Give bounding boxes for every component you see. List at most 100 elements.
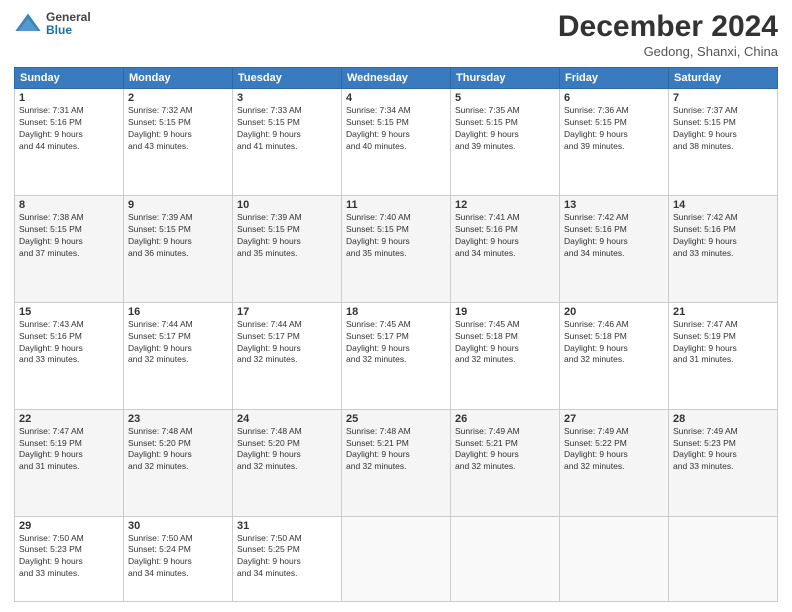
page-container: General Blue December 2024 Gedong, Shanx…: [0, 0, 792, 612]
table-row: 21Sunrise: 7:47 AMSunset: 5:19 PMDayligh…: [669, 302, 778, 409]
day-info: Sunrise: 7:33 AMSunset: 5:15 PMDaylight:…: [237, 105, 337, 153]
day-number: 8: [19, 199, 119, 211]
day-number: 17: [237, 306, 337, 318]
day-number: 25: [346, 413, 446, 425]
day-number: 16: [128, 306, 228, 318]
table-row: 4Sunrise: 7:34 AMSunset: 5:15 PMDaylight…: [342, 89, 451, 196]
table-row: 28Sunrise: 7:49 AMSunset: 5:23 PMDayligh…: [669, 409, 778, 516]
table-row: 19Sunrise: 7:45 AMSunset: 5:18 PMDayligh…: [451, 302, 560, 409]
day-info: Sunrise: 7:36 AMSunset: 5:15 PMDaylight:…: [564, 105, 664, 153]
table-row: 7Sunrise: 7:37 AMSunset: 5:15 PMDaylight…: [669, 89, 778, 196]
day-info: Sunrise: 7:37 AMSunset: 5:15 PMDaylight:…: [673, 105, 773, 153]
day-info: Sunrise: 7:47 AMSunset: 5:19 PMDaylight:…: [19, 426, 119, 474]
table-row: 2Sunrise: 7:32 AMSunset: 5:15 PMDaylight…: [124, 89, 233, 196]
table-row: 22Sunrise: 7:47 AMSunset: 5:19 PMDayligh…: [15, 409, 124, 516]
table-row: 3Sunrise: 7:33 AMSunset: 5:15 PMDaylight…: [233, 89, 342, 196]
day-info: Sunrise: 7:48 AMSunset: 5:21 PMDaylight:…: [346, 426, 446, 474]
day-info: Sunrise: 7:50 AMSunset: 5:23 PMDaylight:…: [19, 533, 119, 581]
table-row: 15Sunrise: 7:43 AMSunset: 5:16 PMDayligh…: [15, 302, 124, 409]
table-row: 17Sunrise: 7:44 AMSunset: 5:17 PMDayligh…: [233, 302, 342, 409]
day-info: Sunrise: 7:49 AMSunset: 5:22 PMDaylight:…: [564, 426, 664, 474]
day-number: 10: [237, 199, 337, 211]
col-monday: Monday: [124, 68, 233, 89]
col-saturday: Saturday: [669, 68, 778, 89]
table-row: 8Sunrise: 7:38 AMSunset: 5:15 PMDaylight…: [15, 195, 124, 302]
day-number: 5: [455, 92, 555, 104]
table-row: 14Sunrise: 7:42 AMSunset: 5:16 PMDayligh…: [669, 195, 778, 302]
day-info: Sunrise: 7:47 AMSunset: 5:19 PMDaylight:…: [673, 319, 773, 367]
table-row: 12Sunrise: 7:41 AMSunset: 5:16 PMDayligh…: [451, 195, 560, 302]
day-info: Sunrise: 7:48 AMSunset: 5:20 PMDaylight:…: [128, 426, 228, 474]
day-number: 15: [19, 306, 119, 318]
day-number: 1: [19, 92, 119, 104]
day-number: 29: [19, 520, 119, 532]
table-row: 24Sunrise: 7:48 AMSunset: 5:20 PMDayligh…: [233, 409, 342, 516]
day-info: Sunrise: 7:48 AMSunset: 5:20 PMDaylight:…: [237, 426, 337, 474]
day-info: Sunrise: 7:40 AMSunset: 5:15 PMDaylight:…: [346, 212, 446, 260]
calendar-body: 1Sunrise: 7:31 AMSunset: 5:16 PMDaylight…: [15, 89, 778, 602]
day-info: Sunrise: 7:49 AMSunset: 5:21 PMDaylight:…: [455, 426, 555, 474]
day-number: 23: [128, 413, 228, 425]
day-info: Sunrise: 7:44 AMSunset: 5:17 PMDaylight:…: [128, 319, 228, 367]
logo-blue: Blue: [46, 24, 91, 37]
table-row: 9Sunrise: 7:39 AMSunset: 5:15 PMDaylight…: [124, 195, 233, 302]
day-info: Sunrise: 7:50 AMSunset: 5:25 PMDaylight:…: [237, 533, 337, 581]
week-row-2: 8Sunrise: 7:38 AMSunset: 5:15 PMDaylight…: [15, 195, 778, 302]
location: Gedong, Shanxi, China: [558, 44, 778, 59]
table-row: 23Sunrise: 7:48 AMSunset: 5:20 PMDayligh…: [124, 409, 233, 516]
day-number: 2: [128, 92, 228, 104]
col-sunday: Sunday: [15, 68, 124, 89]
day-info: Sunrise: 7:45 AMSunset: 5:18 PMDaylight:…: [455, 319, 555, 367]
table-row: 29Sunrise: 7:50 AMSunset: 5:23 PMDayligh…: [15, 516, 124, 602]
day-info: Sunrise: 7:49 AMSunset: 5:23 PMDaylight:…: [673, 426, 773, 474]
day-info: Sunrise: 7:43 AMSunset: 5:16 PMDaylight:…: [19, 319, 119, 367]
day-info: Sunrise: 7:44 AMSunset: 5:17 PMDaylight:…: [237, 319, 337, 367]
day-number: 20: [564, 306, 664, 318]
col-thursday: Thursday: [451, 68, 560, 89]
day-number: 30: [128, 520, 228, 532]
day-number: 19: [455, 306, 555, 318]
day-number: 6: [564, 92, 664, 104]
day-number: 9: [128, 199, 228, 211]
logo-icon: [14, 10, 42, 38]
month-title: December 2024: [558, 10, 778, 43]
table-row: 6Sunrise: 7:36 AMSunset: 5:15 PMDaylight…: [560, 89, 669, 196]
day-info: Sunrise: 7:34 AMSunset: 5:15 PMDaylight:…: [346, 105, 446, 153]
day-info: Sunrise: 7:39 AMSunset: 5:15 PMDaylight:…: [237, 212, 337, 260]
table-row: 30Sunrise: 7:50 AMSunset: 5:24 PMDayligh…: [124, 516, 233, 602]
day-number: 21: [673, 306, 773, 318]
day-number: 11: [346, 199, 446, 211]
day-info: Sunrise: 7:35 AMSunset: 5:15 PMDaylight:…: [455, 105, 555, 153]
table-row: 1Sunrise: 7:31 AMSunset: 5:16 PMDaylight…: [15, 89, 124, 196]
day-number: 28: [673, 413, 773, 425]
table-row: [342, 516, 451, 602]
table-row: [560, 516, 669, 602]
week-row-1: 1Sunrise: 7:31 AMSunset: 5:16 PMDaylight…: [15, 89, 778, 196]
day-info: Sunrise: 7:42 AMSunset: 5:16 PMDaylight:…: [673, 212, 773, 260]
col-tuesday: Tuesday: [233, 68, 342, 89]
day-number: 3: [237, 92, 337, 104]
col-wednesday: Wednesday: [342, 68, 451, 89]
day-info: Sunrise: 7:31 AMSunset: 5:16 PMDaylight:…: [19, 105, 119, 153]
day-info: Sunrise: 7:45 AMSunset: 5:17 PMDaylight:…: [346, 319, 446, 367]
table-row: 27Sunrise: 7:49 AMSunset: 5:22 PMDayligh…: [560, 409, 669, 516]
day-number: 26: [455, 413, 555, 425]
day-number: 24: [237, 413, 337, 425]
table-row: 11Sunrise: 7:40 AMSunset: 5:15 PMDayligh…: [342, 195, 451, 302]
table-row: 13Sunrise: 7:42 AMSunset: 5:16 PMDayligh…: [560, 195, 669, 302]
week-row-4: 22Sunrise: 7:47 AMSunset: 5:19 PMDayligh…: [15, 409, 778, 516]
day-number: 14: [673, 199, 773, 211]
day-number: 12: [455, 199, 555, 211]
table-row: 26Sunrise: 7:49 AMSunset: 5:21 PMDayligh…: [451, 409, 560, 516]
day-info: Sunrise: 7:32 AMSunset: 5:15 PMDaylight:…: [128, 105, 228, 153]
table-row: 25Sunrise: 7:48 AMSunset: 5:21 PMDayligh…: [342, 409, 451, 516]
week-row-5: 29Sunrise: 7:50 AMSunset: 5:23 PMDayligh…: [15, 516, 778, 602]
col-friday: Friday: [560, 68, 669, 89]
day-number: 7: [673, 92, 773, 104]
header: General Blue December 2024 Gedong, Shanx…: [14, 10, 778, 59]
day-info: Sunrise: 7:39 AMSunset: 5:15 PMDaylight:…: [128, 212, 228, 260]
table-row: [669, 516, 778, 602]
day-number: 13: [564, 199, 664, 211]
table-row: 18Sunrise: 7:45 AMSunset: 5:17 PMDayligh…: [342, 302, 451, 409]
day-info: Sunrise: 7:42 AMSunset: 5:16 PMDaylight:…: [564, 212, 664, 260]
